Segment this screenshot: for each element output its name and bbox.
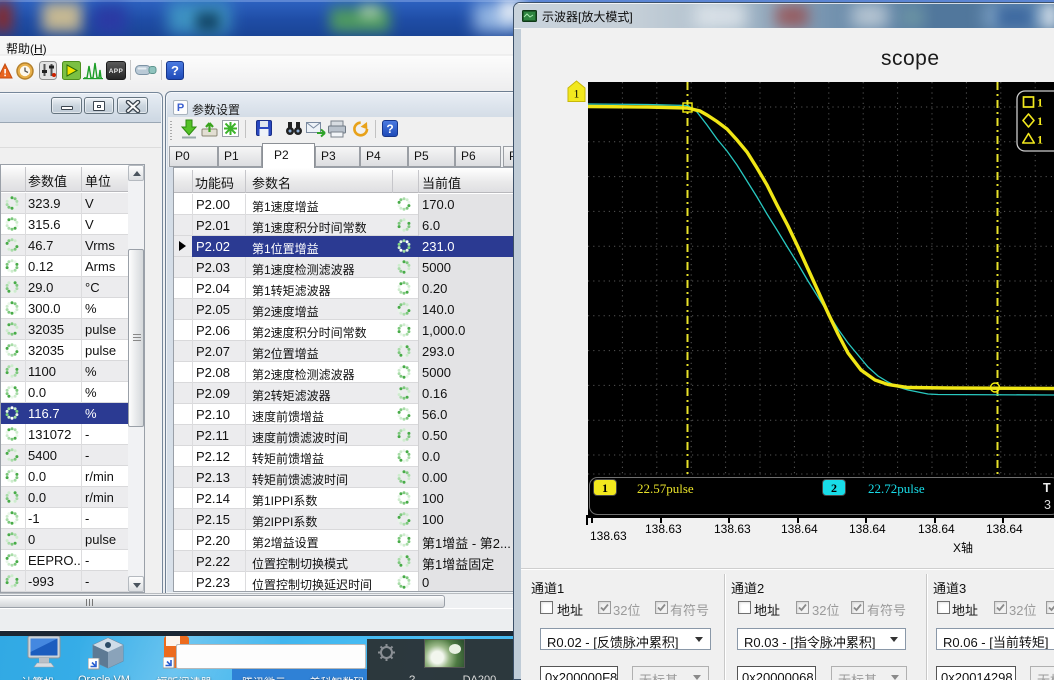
svg-text:1: 1: [574, 89, 580, 101]
svg-text:1: 1: [1037, 133, 1043, 147]
svg-text:1: 1: [1037, 96, 1043, 110]
svg-text:1: 1: [1037, 114, 1043, 128]
